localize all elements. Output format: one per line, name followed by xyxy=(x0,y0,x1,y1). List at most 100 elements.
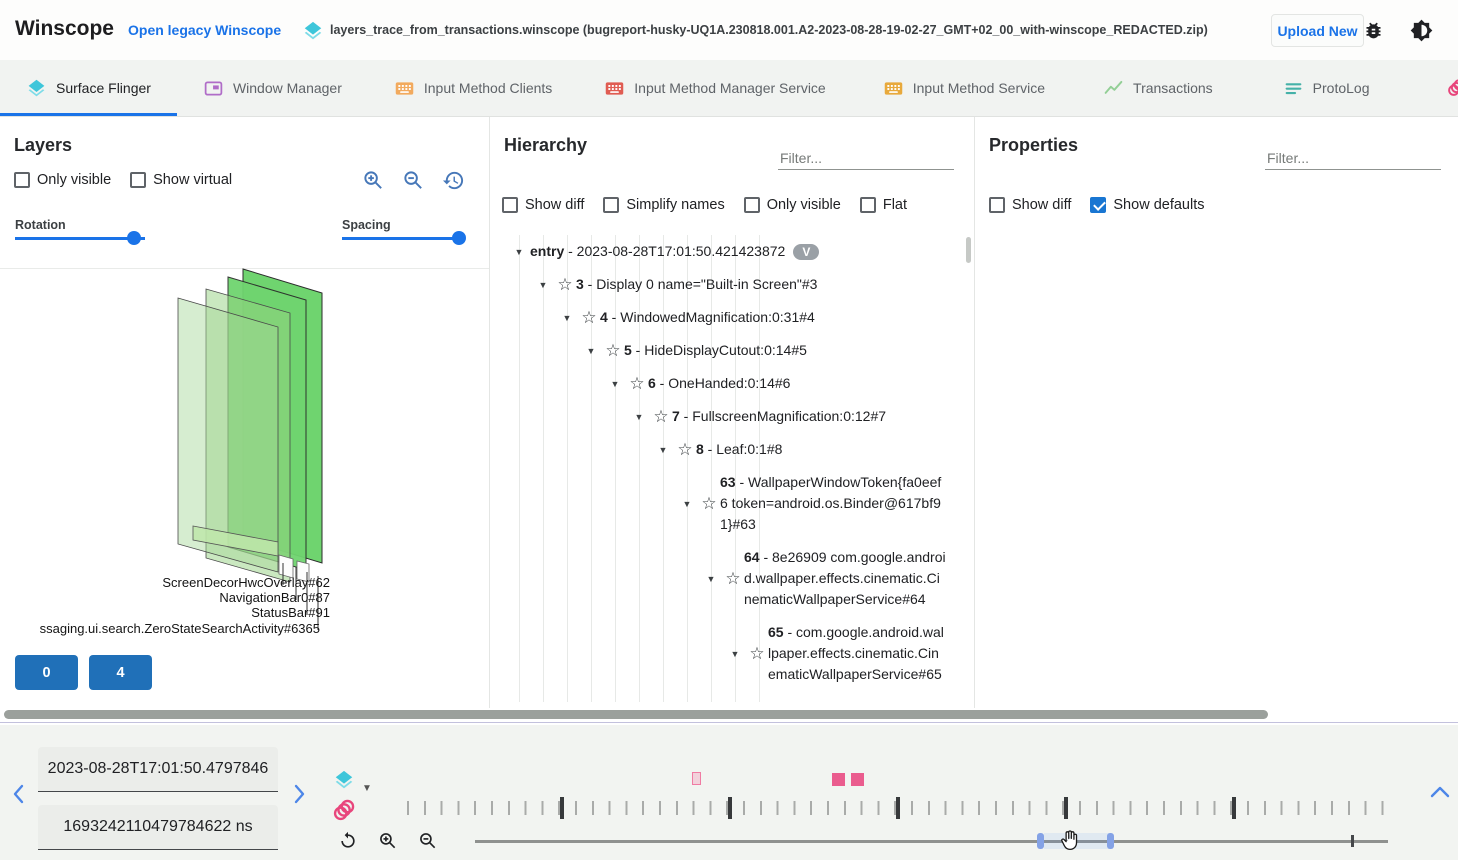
flat-checkbox[interactable]: Flat xyxy=(860,197,907,213)
star-icon[interactable]: ☆ xyxy=(722,569,744,589)
checkbox-icon[interactable] xyxy=(502,197,518,213)
layers-trace-icon[interactable] xyxy=(333,769,355,796)
star-icon[interactable]: ☆ xyxy=(674,440,696,460)
collapse-timeline-icon[interactable] xyxy=(1428,783,1452,806)
show-virtual-checkbox[interactable]: Show virtual xyxy=(130,172,232,188)
checkbox-checked-icon[interactable] xyxy=(1090,197,1106,213)
star-icon[interactable]: ☆ xyxy=(626,374,648,394)
tab-transactions[interactable]: Transactions xyxy=(1077,60,1239,116)
only-visible-checkbox[interactable]: Only visible xyxy=(744,197,841,213)
properties-options: Show diff Show defaults xyxy=(989,197,1204,213)
collapse-arrow-icon[interactable]: ▼ xyxy=(700,574,722,584)
tree-node[interactable]: ▼☆ 5 - HideDisplayCutout:0:14#5 xyxy=(580,334,946,367)
display-button-4[interactable]: 4 xyxy=(89,655,152,690)
tab-window-manager[interactable]: Window Manager xyxy=(177,60,368,116)
collapse-arrow-icon[interactable]: ▼ xyxy=(628,412,650,422)
ns-time-input[interactable] xyxy=(38,805,278,850)
rect-label: NavigationBar0#87 xyxy=(0,590,330,605)
tree-node[interactable]: ▼☆ 6 - OneHanded:0:14#6 xyxy=(604,367,946,400)
collapse-arrow-icon[interactable]: ▼ xyxy=(532,280,554,290)
tree-node-entry[interactable]: ▼ entry - 2023-08-28T17:01:50.421423872 … xyxy=(508,235,946,268)
only-visible-checkbox[interactable]: Only visible xyxy=(14,172,111,188)
timeline-range-track[interactable] xyxy=(475,840,1388,843)
star-icon[interactable]: ☆ xyxy=(698,494,720,514)
range-handle-left[interactable] xyxy=(1037,833,1044,849)
spacing-slider[interactable] xyxy=(342,237,465,240)
checkbox-icon[interactable] xyxy=(130,172,146,188)
human-time-input[interactable] xyxy=(38,747,278,792)
display-button-0[interactable]: 0 xyxy=(15,655,78,690)
tree-node[interactable]: ▼☆ 64 - 8e26909 com.google.android.wallp… xyxy=(700,541,946,616)
rotation-slider[interactable] xyxy=(15,237,145,240)
properties-title: Properties xyxy=(989,135,1078,156)
show-defaults-checkbox[interactable]: Show defaults xyxy=(1090,197,1204,213)
tree-node[interactable]: ▼☆ 4 - WindowedMagnification:0:31#4 xyxy=(556,301,946,334)
refresh-icon[interactable] xyxy=(338,831,358,856)
timeline-entries-track[interactable] xyxy=(407,797,1392,819)
tree-node[interactable]: ▼☆ 3 - Display 0 name="Built-in Screen"#… xyxy=(532,268,946,301)
checkbox-icon[interactable] xyxy=(14,172,30,188)
tab-surface-flinger[interactable]: Surface Flinger xyxy=(0,60,177,116)
spacing-slider-thumb[interactable] xyxy=(452,231,466,245)
tab-input-method-clients[interactable]: Input Method Clients xyxy=(368,60,578,116)
zoom-out-icon[interactable] xyxy=(402,169,425,192)
transition-marker[interactable] xyxy=(851,773,864,786)
dark-mode-icon[interactable] xyxy=(1410,19,1433,47)
rotation-slider-thumb[interactable] xyxy=(127,231,141,245)
trace-dropdown-icon[interactable]: ▼ xyxy=(362,783,372,794)
collapse-arrow-icon[interactable]: ▼ xyxy=(580,346,602,356)
checkbox-icon[interactable] xyxy=(603,197,619,213)
open-legacy-link[interactable]: Open legacy Winscope xyxy=(128,22,281,38)
checkbox-icon[interactable] xyxy=(989,197,1005,213)
hierarchy-options: Show diff Simplify names Only visible Fl… xyxy=(502,197,907,213)
timeline-major-tick[interactable] xyxy=(896,797,900,819)
transitions-trace-icon[interactable] xyxy=(330,797,357,829)
simplify-names-checkbox[interactable]: Simplify names xyxy=(603,197,724,213)
reset-zoom-icon[interactable] xyxy=(442,169,465,192)
star-icon[interactable]: ☆ xyxy=(602,341,624,361)
tree-node[interactable]: ▼☆ 8 - Leaf:0:1#8 xyxy=(652,433,946,466)
timeline-major-tick[interactable] xyxy=(1232,797,1236,819)
tab-input-method-service[interactable]: Input Method Service xyxy=(857,60,1071,116)
horizontal-scrollbar[interactable] xyxy=(4,710,1268,719)
timeline-major-tick[interactable] xyxy=(1064,797,1068,819)
collapse-arrow-icon[interactable]: ▼ xyxy=(556,313,578,323)
tab-input-method-manager-service[interactable]: Input Method Manager Service xyxy=(578,60,851,116)
timeline-major-tick[interactable] xyxy=(728,797,732,819)
prev-entry-icon[interactable] xyxy=(10,783,28,810)
zoom-out-icon[interactable] xyxy=(418,831,438,856)
keyboard-icon xyxy=(883,78,904,99)
upload-new-button[interactable]: Upload New xyxy=(1271,14,1364,47)
show-diff-checkbox[interactable]: Show diff xyxy=(989,197,1071,213)
timeline-major-tick[interactable] xyxy=(560,797,564,819)
tree-node[interactable]: ▼☆ 63 - WallpaperWindowToken{fa0eef6 tok… xyxy=(676,466,946,541)
tab-protolog[interactable]: ProtoLog xyxy=(1257,60,1396,116)
zoom-in-icon[interactable] xyxy=(378,831,398,856)
collapse-arrow-icon[interactable]: ▼ xyxy=(652,445,674,455)
star-icon[interactable]: ☆ xyxy=(578,308,600,328)
zoom-in-icon[interactable] xyxy=(362,169,385,192)
collapse-arrow-icon[interactable]: ▼ xyxy=(604,379,626,389)
transition-marker[interactable] xyxy=(692,772,701,785)
bug-report-icon[interactable] xyxy=(1363,20,1384,46)
next-entry-icon[interactable] xyxy=(290,783,308,810)
collapse-arrow-icon[interactable]: ▼ xyxy=(676,499,698,509)
tree-node[interactable]: ▼☆ 7 - FullscreenMagnification:0:12#7 xyxy=(628,400,946,433)
tab-transitions[interactable]: Transitions xyxy=(1419,60,1458,116)
tree-node[interactable]: ▼☆ 65 - com.google.android.wallpaper.eff… xyxy=(724,616,946,691)
hierarchy-scrollbar[interactable] xyxy=(966,237,971,263)
checkbox-icon[interactable] xyxy=(860,197,876,213)
show-diff-checkbox[interactable]: Show diff xyxy=(502,197,584,213)
hierarchy-filter-input[interactable] xyxy=(778,147,954,170)
star-icon[interactable]: ☆ xyxy=(650,407,672,427)
transition-marker[interactable] xyxy=(832,773,845,786)
checkbox-icon[interactable] xyxy=(744,197,760,213)
range-handle-right[interactable] xyxy=(1107,833,1114,849)
star-icon[interactable]: ☆ xyxy=(746,644,768,664)
window-icon xyxy=(203,78,224,99)
collapse-arrow-icon[interactable]: ▼ xyxy=(508,247,530,257)
star-icon[interactable]: ☆ xyxy=(554,275,576,295)
properties-filter-input[interactable] xyxy=(1265,147,1441,170)
entry-version-chip: V xyxy=(793,244,819,260)
collapse-arrow-icon[interactable]: ▼ xyxy=(724,649,746,659)
